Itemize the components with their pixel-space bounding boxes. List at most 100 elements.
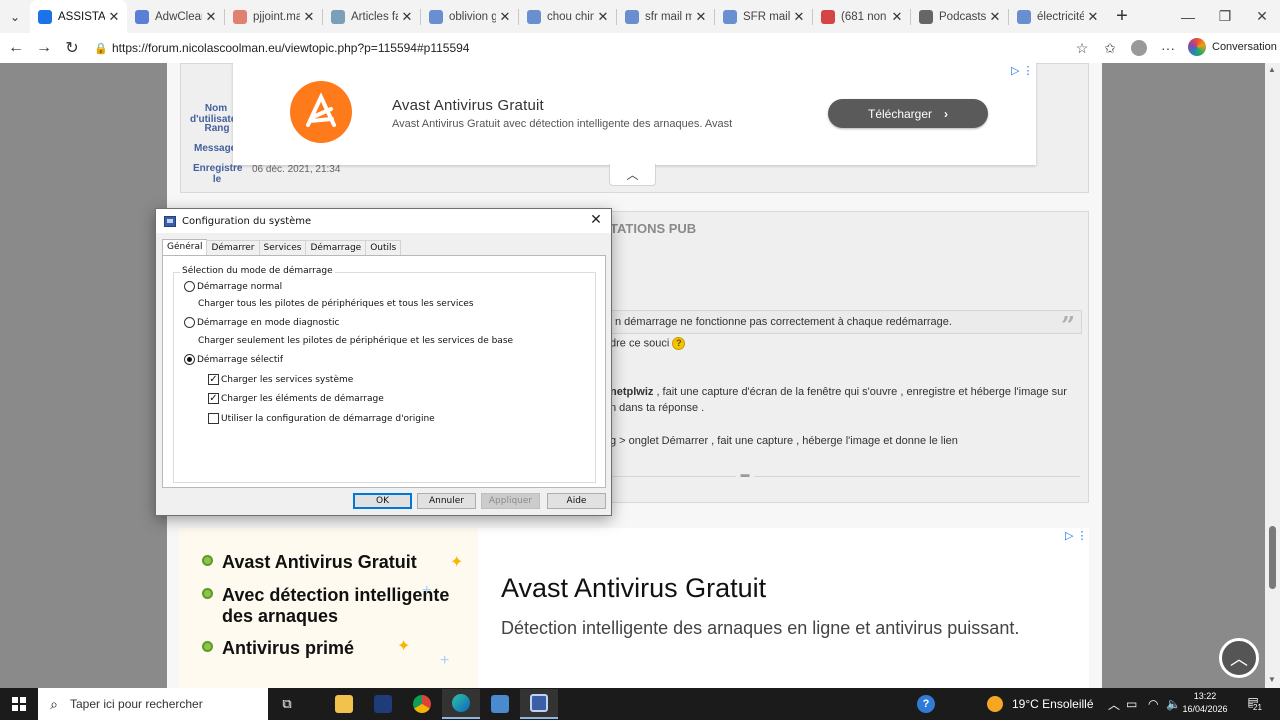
tab-close-icon[interactable]: ✕ (694, 9, 708, 25)
tab-close-icon[interactable]: ✕ (890, 9, 904, 25)
more-options-icon[interactable]: ··· (1157, 37, 1179, 59)
taskbar-clock[interactable]: 13:22 16/04/2026 (1182, 690, 1228, 716)
tab-actions-menu-icon[interactable]: ⌄ (0, 0, 30, 33)
restore-button[interactable]: ❐ (1205, 0, 1245, 33)
back-arrow-icon[interactable]: ← (2, 34, 30, 62)
radio-button[interactable] (184, 317, 195, 328)
tab-boot[interactable]: Démarrer (206, 240, 260, 255)
new-tab-button[interactable]: + (1106, 0, 1138, 33)
battery-icon[interactable]: ▭ (1126, 688, 1137, 720)
chrome-icon[interactable] (403, 689, 441, 719)
browser-tab[interactable]: pjjoint.malek✕ (225, 0, 322, 33)
task-view-icon[interactable]: ⧉ (268, 689, 306, 719)
search-icon (625, 9, 639, 24)
favorites-icon[interactable]: ✩ (1099, 37, 1121, 59)
page-scrollbar[interactable]: ▲ ▼ (1265, 63, 1280, 688)
show-hidden-icons-chevron-up-icon[interactable]: ︿ (1108, 688, 1120, 720)
radio-diagnostic-startup[interactable]: Démarrage en mode diagnostic (184, 317, 339, 328)
url-text[interactable]: https://forum.nicolascoolman.eu/viewtopi… (112, 41, 469, 55)
tab-close-icon[interactable]: ✕ (792, 9, 806, 25)
minimize-button[interactable]: — (1168, 0, 1208, 33)
tab-label: AdwCleaner (155, 10, 202, 23)
radio-selective-startup[interactable]: Démarrage sélectif (184, 354, 283, 365)
ok-button[interactable]: OK (353, 493, 412, 509)
system-configuration-dialog: Configuration du système ✕ Général Démar… (155, 208, 612, 516)
tab-close-icon[interactable]: ✕ (204, 9, 218, 25)
dialog-titlebar[interactable]: Configuration du système ✕ (156, 209, 611, 233)
apply-button[interactable]: Appliquer (481, 493, 540, 509)
search-icon: ⌕ (50, 695, 58, 712)
photos-icon[interactable] (481, 689, 519, 719)
ad-bottom-title: Avast Antivirus Gratuit (501, 573, 767, 603)
browser-tab[interactable]: SFR mail me✕ (715, 0, 812, 33)
msconfig-taskbar-icon[interactable] (520, 689, 558, 719)
browser-tab[interactable]: électricité st✕ (1009, 0, 1106, 33)
copilot-conversation-button[interactable]: Conversation (1188, 38, 1277, 56)
profile-avatar[interactable] (1128, 37, 1150, 59)
tab-services[interactable]: Services (258, 240, 307, 255)
radio-normal-description: Charger tous les pilotes de périphérique… (198, 299, 474, 309)
checkbox-checked[interactable]: ✓ (208, 374, 219, 385)
radio-button[interactable] (184, 281, 195, 292)
radio-button-selected[interactable] (184, 354, 195, 365)
favorite-star-icon[interactable]: ☆ (1071, 37, 1093, 59)
browser-tab[interactable]: sfr mail mes✕ (617, 0, 714, 33)
checkbox-original-boot-config[interactable]: Utiliser la configuration de démarrage d… (208, 413, 435, 424)
adchoices-icon[interactable]: ▷ ⋮ (1065, 529, 1088, 542)
ad-bullet-1: Avast Antivirus Gratuit (202, 552, 417, 573)
browser-tab[interactable]: oblivion gui✕ (421, 0, 518, 33)
ad-collapse-chevron-up-icon[interactable]: ︿ (609, 164, 656, 186)
lock-icon[interactable]: 🔒 (90, 42, 112, 55)
tab-close-icon[interactable]: ✕ (988, 9, 1002, 25)
cancel-button[interactable]: Annuler (417, 493, 476, 509)
browser-tab[interactable]: chou chinois✕ (519, 0, 616, 33)
browser-tab[interactable]: AdwCleaner✕ (127, 0, 224, 33)
weather-widget[interactable]: 19°C Ensoleillé (987, 688, 1094, 720)
tab-close-icon[interactable]: ✕ (302, 9, 316, 25)
edge-icon[interactable] (442, 689, 480, 719)
scroll-down-icon[interactable]: ▼ (1268, 675, 1276, 684)
dialog-panel: Sélection du mode de démarrage Démarrage… (162, 255, 606, 488)
file-explorer-icon[interactable] (325, 689, 363, 719)
tab-close-icon[interactable]: ✕ (400, 9, 414, 25)
adchoices-icon[interactable]: ▷ ⋮ (1011, 64, 1034, 77)
taskbar-search-box[interactable]: ⌕ Taper ici pour rechercher (38, 688, 268, 720)
sparkle-icon: ✦ (450, 554, 464, 571)
browser-tab[interactable]: ASSISTANCE✕ (30, 0, 127, 33)
scroll-to-top-button[interactable]: ︿ (1219, 638, 1259, 678)
notification-center-icon[interactable]: ▤ 21 (1244, 695, 1262, 712)
app-icon[interactable] (364, 689, 402, 719)
close-icon[interactable]: ✕ (587, 212, 605, 228)
radio-normal-startup[interactable]: Démarrage normal (184, 281, 282, 292)
browser-tab[interactable]: Podcasts - C✕ (911, 0, 1008, 33)
bullet-dot-icon (202, 555, 213, 566)
reload-icon[interactable]: ↻ (58, 34, 86, 62)
checkbox-checked[interactable]: ✓ (208, 393, 219, 404)
tab-close-icon[interactable]: ✕ (1086, 9, 1100, 25)
tab-general[interactable]: Général (162, 239, 208, 255)
search-icon (429, 9, 443, 24)
tab-tools[interactable]: Outils (365, 240, 402, 255)
close-window-button[interactable]: ✕ (1242, 0, 1280, 33)
tab-startup[interactable]: Démarrage (305, 240, 367, 255)
wifi-icon[interactable]: ◠ (1148, 688, 1158, 720)
help-button[interactable]: Aide (547, 493, 606, 509)
scroll-up-icon[interactable]: ▲ (1268, 65, 1276, 74)
start-button[interactable] (0, 688, 37, 720)
address-bar[interactable]: 🔒 https://forum.nicolascoolman.eu/viewto… (90, 35, 1096, 61)
forward-arrow-icon[interactable]: → (30, 34, 58, 62)
checkbox-load-system-services[interactable]: ✓ Charger les services système (208, 374, 353, 385)
tab-close-icon[interactable]: ✕ (107, 9, 121, 25)
scrollbar-thumb[interactable] (1269, 526, 1276, 589)
tab-close-icon[interactable]: ✕ (596, 9, 610, 25)
browser-tab[interactable]: (681 non lus✕ (813, 0, 910, 33)
checkbox-unchecked[interactable] (208, 413, 219, 424)
tab-close-icon[interactable]: ✕ (498, 9, 512, 25)
ad-banner-top[interactable]: Avast Antivirus Gratuit Avast Antivirus … (233, 63, 1036, 165)
browser-tab[interactable]: Articles favo✕ (323, 0, 420, 33)
volume-icon[interactable]: 🔈 (1166, 688, 1181, 720)
download-button[interactable]: Télécharger › (828, 99, 988, 128)
ad-banner-bottom[interactable]: Avast Antivirus Gratuit Avec détection i… (179, 528, 1089, 688)
checkbox-load-startup-items[interactable]: ✓ Charger les éléments de démarrage (208, 393, 384, 404)
help-icon[interactable]: ? (917, 688, 935, 720)
